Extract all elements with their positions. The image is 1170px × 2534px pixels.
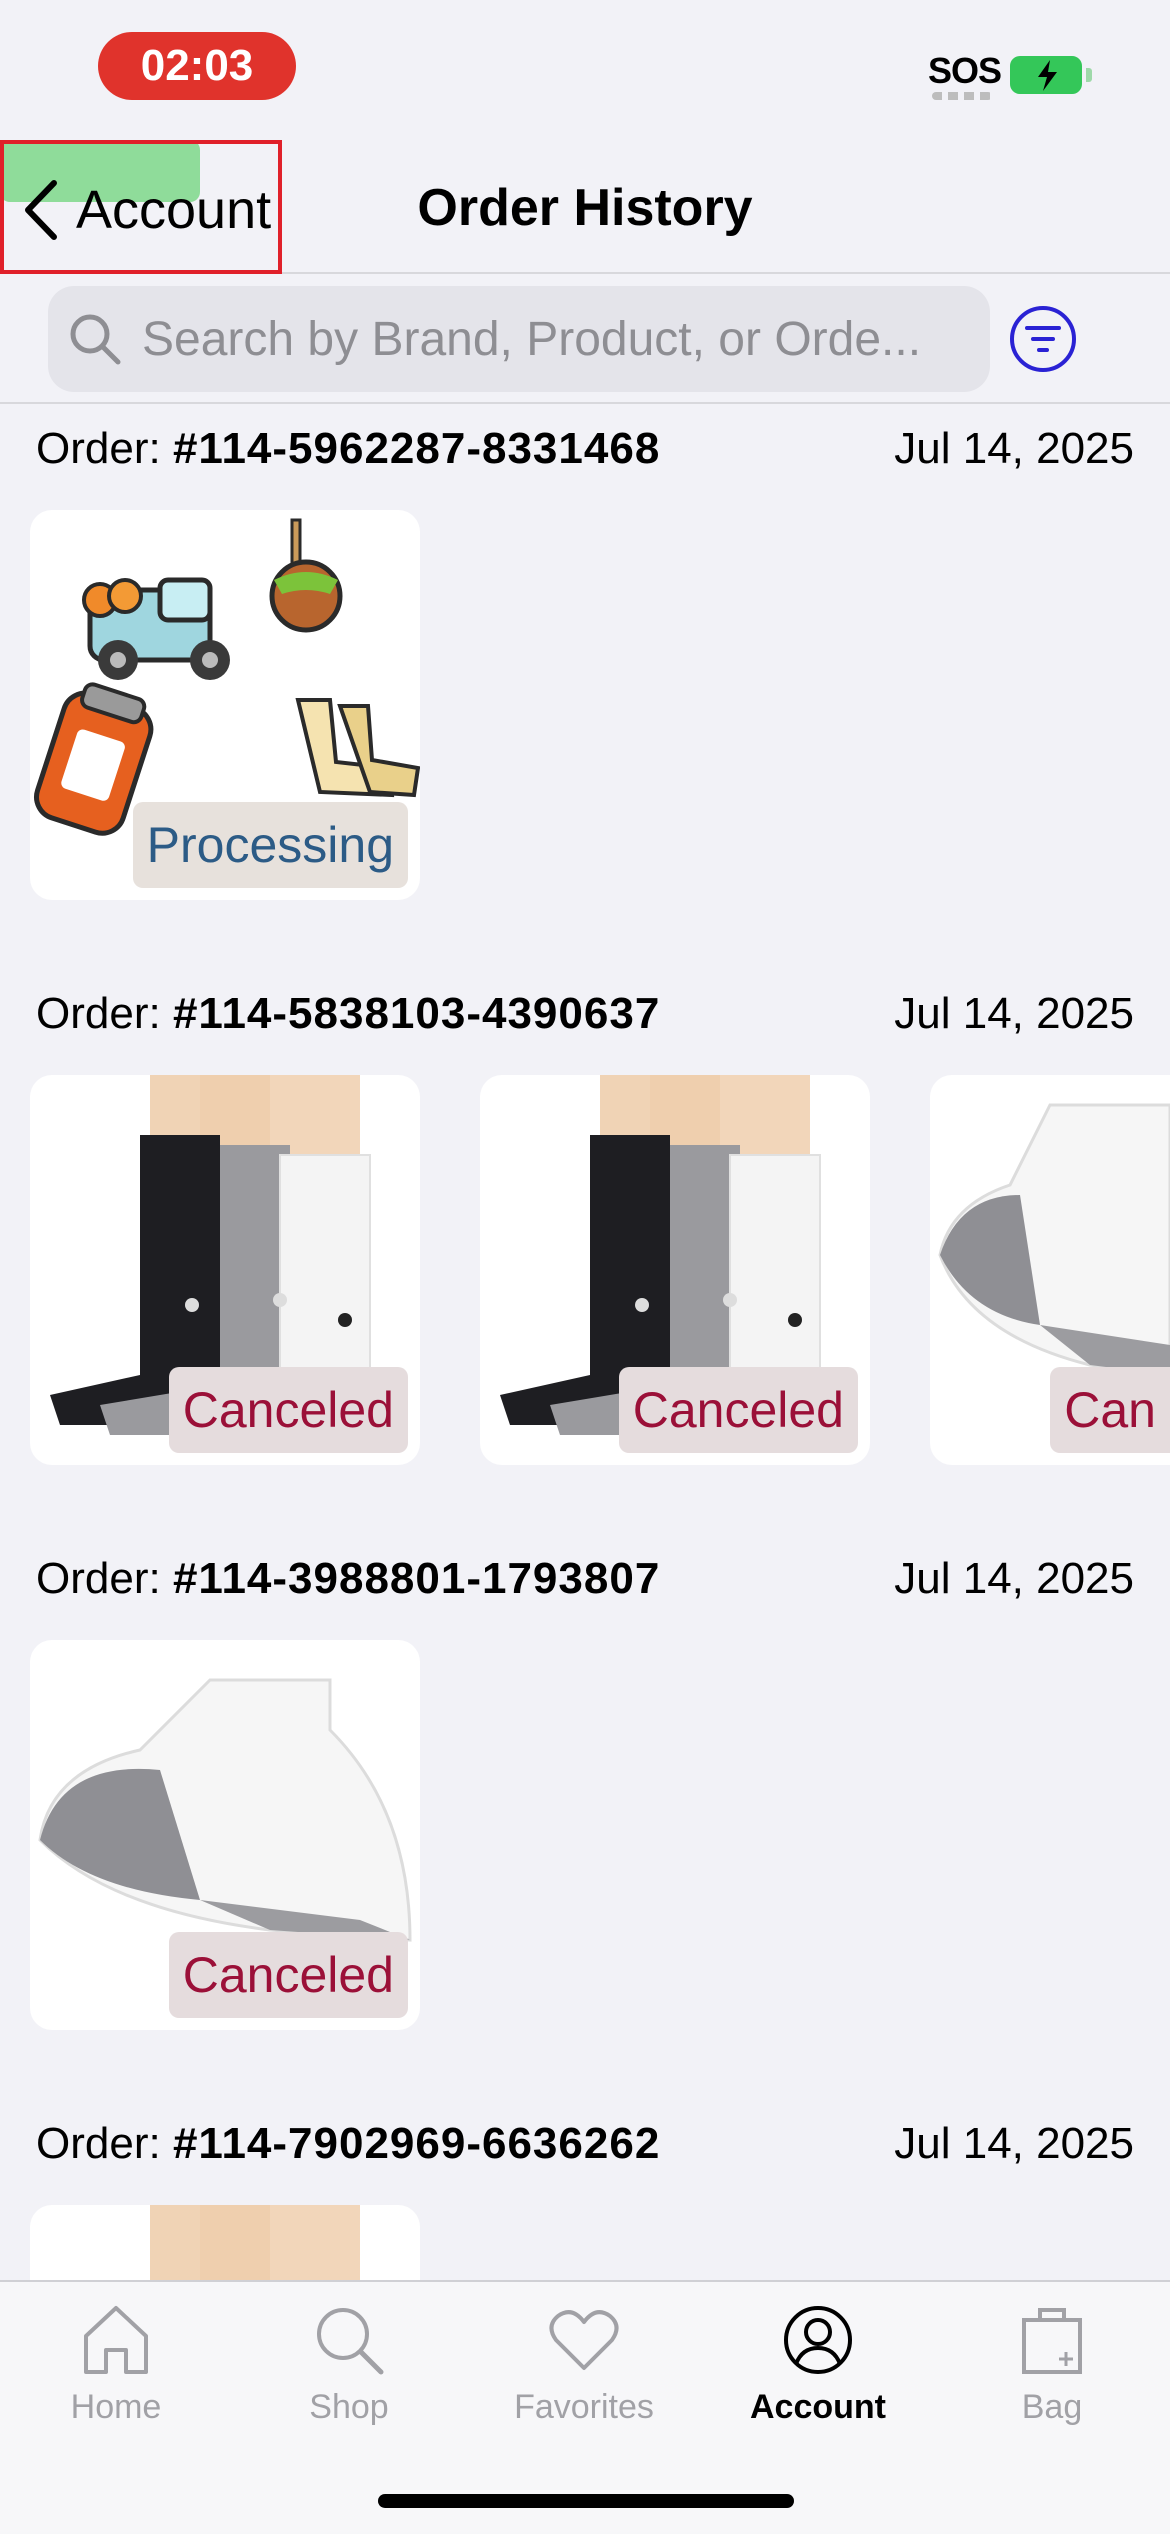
battery-icon bbox=[1010, 56, 1082, 94]
navigation-bar: Order History Account bbox=[0, 130, 1170, 274]
order-status-badge: Canceled bbox=[618, 1367, 858, 1453]
filter-button[interactable] bbox=[1010, 306, 1076, 372]
page-title-text: Order History bbox=[417, 179, 753, 237]
order-header: Order: #114-3988801-1793807 Jul 14, 2025 bbox=[36, 1554, 1134, 1614]
search-input[interactable] bbox=[142, 311, 962, 367]
filter-icon bbox=[1025, 326, 1061, 352]
status-time: 02:03 bbox=[98, 32, 296, 100]
order-number: #114-5838103-4390637 bbox=[172, 989, 661, 1038]
battery-nub bbox=[1086, 68, 1092, 82]
tab-shop[interactable]: Shop bbox=[259, 2302, 439, 2452]
tab-favorites[interactable]: Favorites bbox=[494, 2302, 674, 2452]
order-header: Order: #114-7902969-6636262 Jul 14, 2025 bbox=[36, 2119, 1134, 2179]
tab-shop-label: Shop bbox=[309, 2388, 389, 2426]
home-icon bbox=[84, 2306, 148, 2374]
search-icon bbox=[70, 314, 121, 365]
order-date: Jul 14, 2025 bbox=[894, 989, 1134, 1038]
search-field[interactable] bbox=[48, 286, 990, 392]
order-status-badge: Can bbox=[1050, 1367, 1170, 1453]
order-date: Jul 14, 2025 bbox=[894, 424, 1134, 473]
order-item-thumbnail[interactable]: Canceled bbox=[480, 1075, 870, 1465]
account-icon bbox=[784, 2306, 852, 2374]
order-item-thumbnail[interactable]: Processing bbox=[30, 510, 420, 900]
order-label: Order: bbox=[36, 989, 161, 1038]
order-status-badge: Canceled bbox=[168, 1932, 408, 2018]
status-bar: 02:03 SOS bbox=[0, 0, 1170, 130]
order-date: Jul 14, 2025 bbox=[894, 1554, 1134, 1603]
tab-bag-label: Bag bbox=[1021, 2388, 1083, 2426]
order-item-thumbnail[interactable]: Canceled bbox=[30, 1640, 420, 2030]
order-item-thumbnail[interactable] bbox=[30, 2205, 420, 2280]
tab-home-label: Home bbox=[70, 2388, 162, 2426]
sos-indicator: SOS bbox=[928, 50, 1002, 91]
order-label: Order: bbox=[36, 2119, 161, 2168]
order-item-thumbnail[interactable]: Canceled bbox=[30, 1075, 420, 1465]
tab-account[interactable]: Account bbox=[728, 2302, 908, 2452]
order-status-badge: Processing bbox=[132, 802, 408, 888]
signal-dots-icon bbox=[932, 92, 992, 100]
tab-bag[interactable]: Bag bbox=[962, 2302, 1142, 2452]
order-label: Order: bbox=[36, 1554, 161, 1603]
order-label: Order: bbox=[36, 424, 161, 473]
bag-icon bbox=[1022, 2308, 1082, 2374]
order-header: Order: #114-5962287-8331468 Jul 14, 2025 bbox=[36, 424, 1134, 484]
order-number: #114-7902969-6636262 bbox=[172, 2119, 661, 2168]
home-indicator bbox=[378, 2494, 794, 2508]
order-date: Jul 14, 2025 bbox=[894, 2119, 1134, 2168]
order-item-thumbnail[interactable]: Can bbox=[930, 1075, 1170, 1465]
tab-favorites-label: Favorites bbox=[514, 2388, 654, 2426]
back-focus-outline bbox=[0, 140, 282, 274]
tab-account-label: Account bbox=[750, 2388, 886, 2426]
search-row bbox=[0, 272, 1170, 404]
order-number: #114-5962287-8331468 bbox=[172, 424, 661, 473]
order-status-badge: Canceled bbox=[168, 1367, 408, 1453]
crew-socks-image bbox=[150, 2205, 360, 2280]
search-icon bbox=[317, 2308, 384, 2375]
order-list: Order: #114-5962287-8331468 Jul 14, 2025 bbox=[0, 404, 1170, 2280]
order-header: Order: #114-5838103-4390637 Jul 14, 2025 bbox=[36, 989, 1134, 1049]
order-number: #114-3988801-1793807 bbox=[172, 1554, 661, 1603]
heart-icon bbox=[549, 2310, 619, 2370]
tab-home[interactable]: Home bbox=[26, 2302, 206, 2452]
